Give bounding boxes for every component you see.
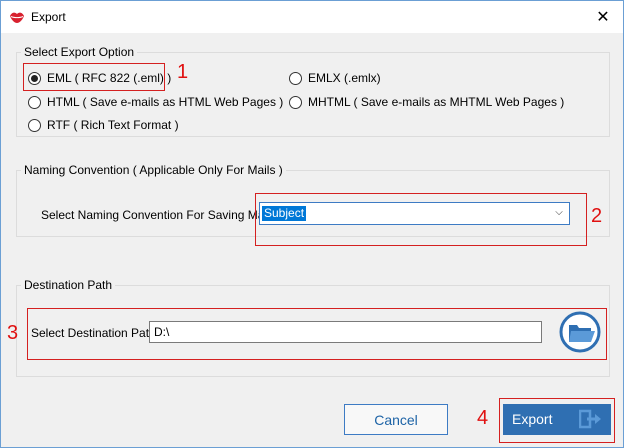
annotation-number-4: 4: [477, 407, 489, 429]
radio-rtf-label: RTF ( Rich Text Format ): [47, 118, 179, 132]
radio-mhtml[interactable]: MHTML ( Save e-mails as MHTML Web Pages …: [289, 95, 564, 109]
naming-convention-legend: Naming Convention ( Applicable Only For …: [24, 163, 283, 177]
annotation-number-3: 3: [7, 322, 19, 344]
cancel-button-label: Cancel: [374, 411, 418, 428]
radio-mhtml-dot: [289, 95, 302, 109]
window-title: Export: [31, 10, 66, 24]
radio-emlx-dot: [289, 71, 302, 85]
radio-rtf-dot: [28, 118, 41, 132]
annotation-box-1: [23, 63, 165, 91]
annotation-box-3: [27, 308, 607, 360]
export-dialog: Export ✕ Select Export Option EML ( RFC …: [0, 0, 624, 448]
lips-icon: [10, 12, 24, 23]
annotation-number-2: 2: [591, 205, 603, 227]
naming-convention-label: Select Naming Convention For Saving Mail…: [41, 208, 276, 222]
radio-emlx-label: EMLX (.emlx): [308, 71, 381, 85]
close-button[interactable]: ✕: [583, 1, 623, 33]
export-option-legend: Select Export Option: [24, 45, 135, 59]
annotation-box-2: [255, 193, 587, 246]
radio-mhtml-label: MHTML ( Save e-mails as MHTML Web Pages …: [308, 95, 565, 109]
radio-html-label: HTML ( Save e-mails as HTML Web Pages ): [47, 95, 284, 109]
radio-html[interactable]: HTML ( Save e-mails as HTML Web Pages ): [28, 95, 283, 109]
annotation-number-1: 1: [177, 61, 189, 83]
annotation-box-4: [499, 398, 615, 443]
destination-legend: Destination Path: [24, 278, 113, 292]
radio-emlx[interactable]: EMLX (.emlx): [289, 71, 381, 85]
radio-rtf[interactable]: RTF ( Rich Text Format ): [28, 118, 179, 132]
radio-html-dot: [28, 95, 41, 109]
cancel-button[interactable]: Cancel: [344, 404, 448, 435]
title-bar: Export ✕: [1, 1, 623, 33]
close-icon: ✕: [596, 9, 610, 26]
